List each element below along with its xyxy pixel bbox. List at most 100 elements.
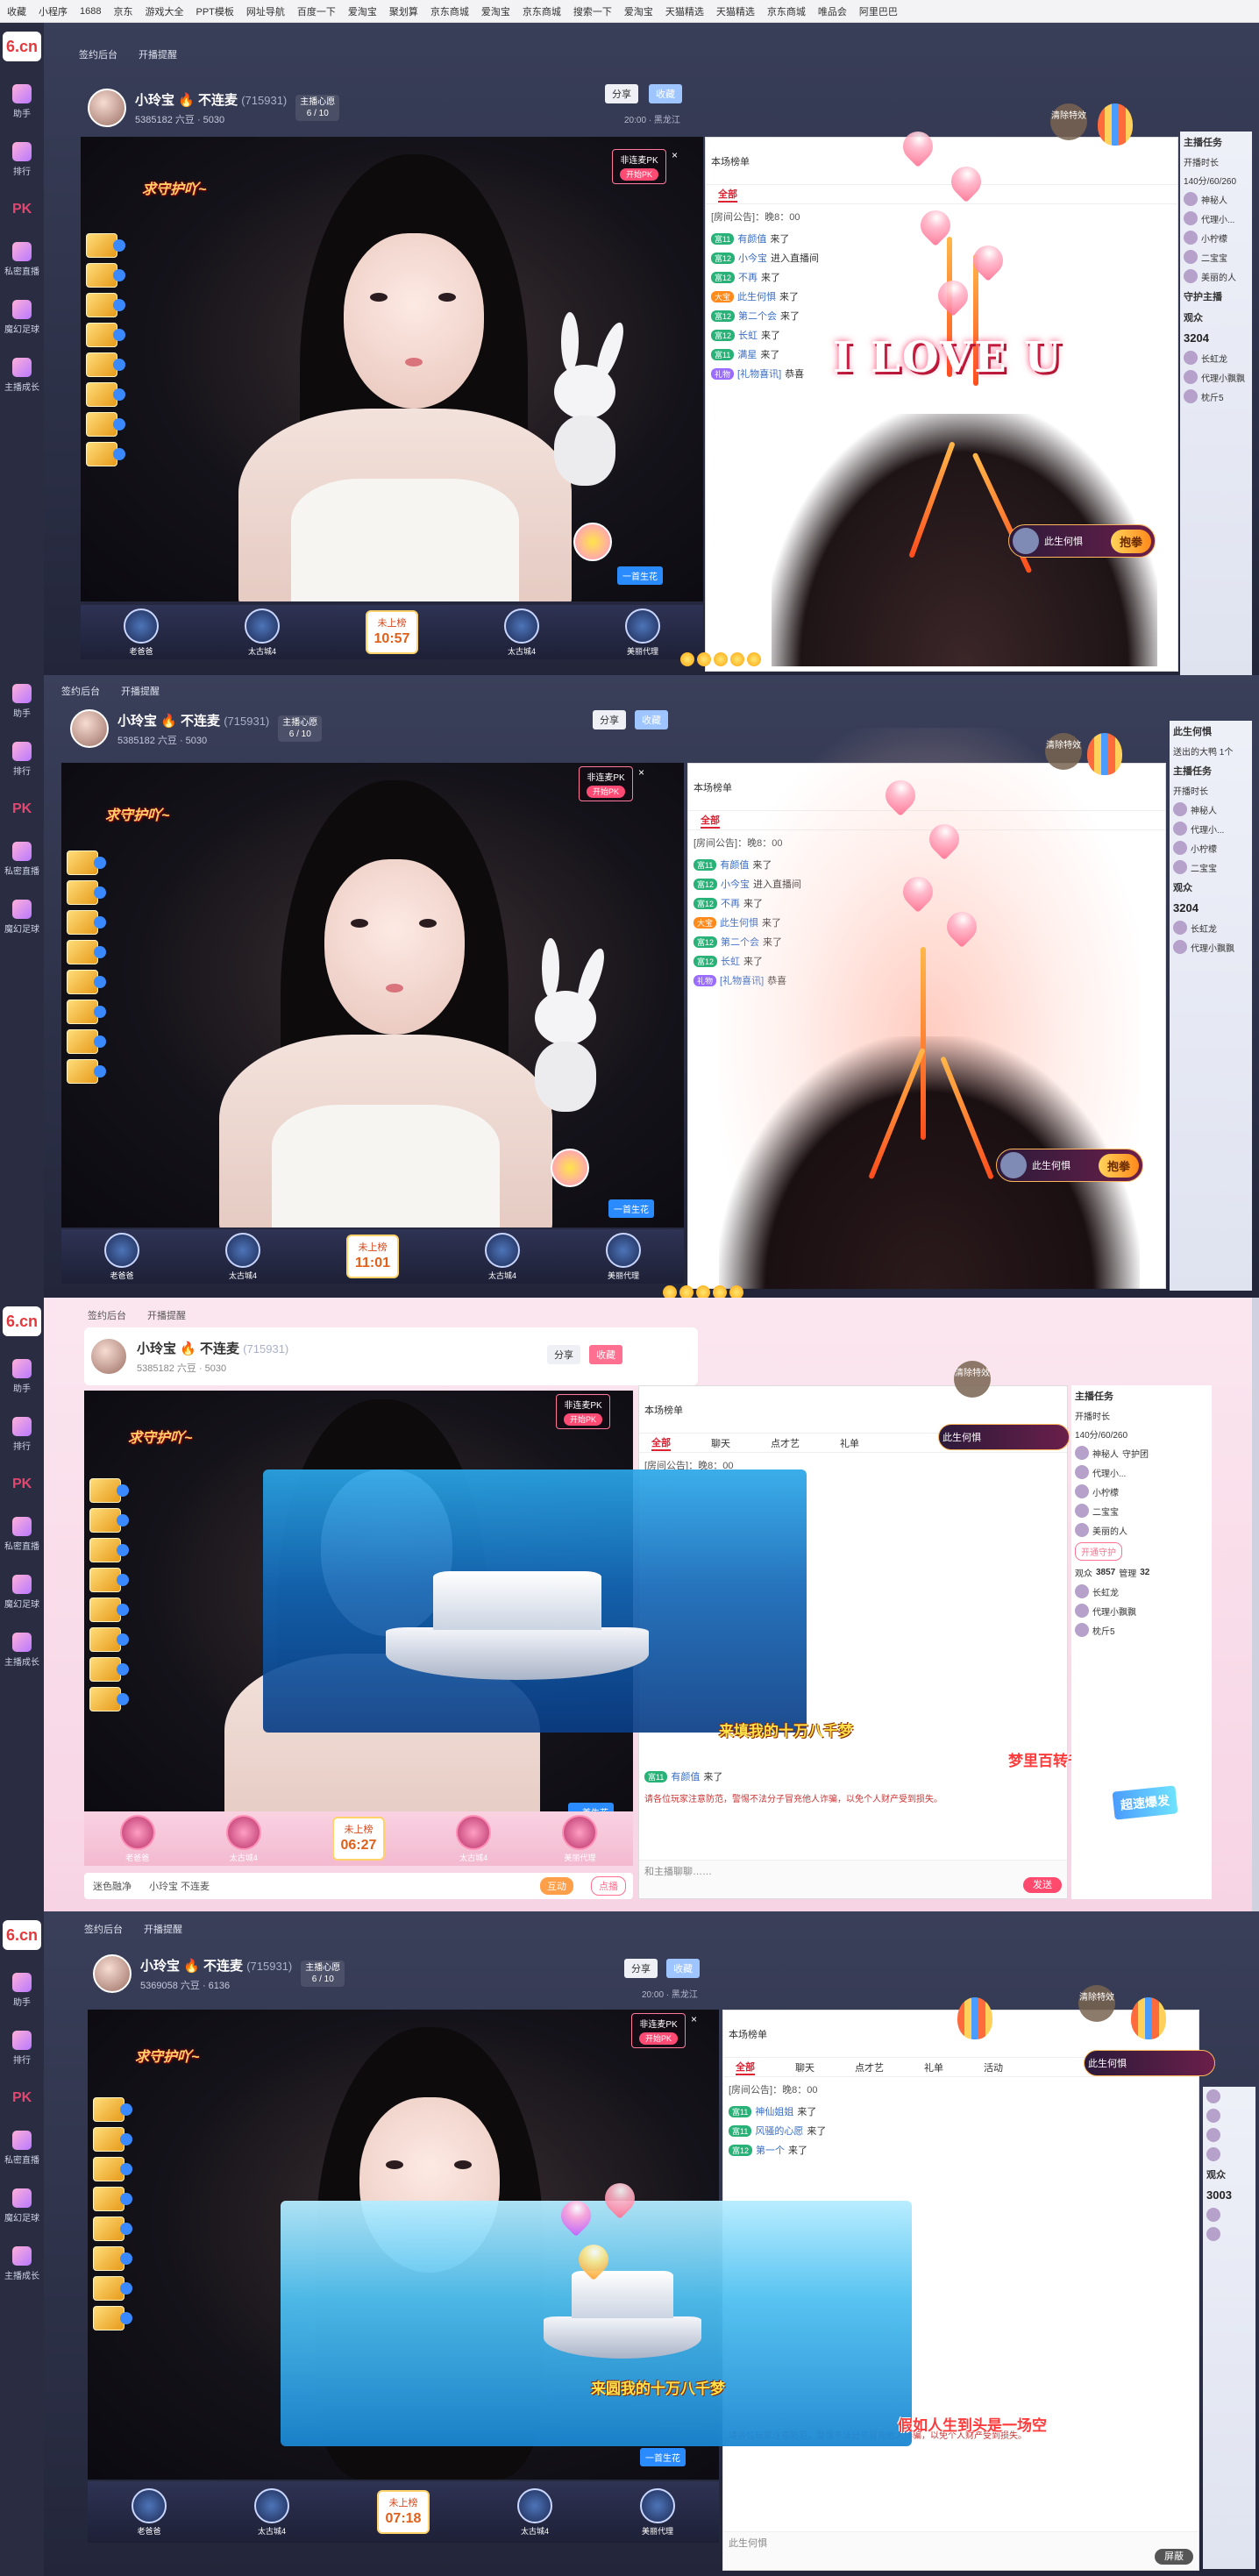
bookmark[interactable]: 百度一下 [297,4,336,18]
rail-item-private[interactable]: 私密直播 [3,1517,41,1552]
seat[interactable]: 美丽代理 [606,1232,641,1281]
open-live-reminder[interactable]: 开播提醒 [147,1308,186,1322]
list-item[interactable] [1203,2125,1255,2145]
bookmark[interactable]: 天猫精选 [665,4,704,18]
favorite-button[interactable]: 收藏 [666,1959,700,1978]
heart-wish[interactable]: 主播心愿 6 / 10 [301,1960,345,1987]
rank-slot[interactable] [67,940,106,964]
rank-slot[interactable] [93,2306,132,2330]
list-item[interactable]: 小柠檬 [1170,838,1252,857]
seat[interactable]: 太古城4 [245,608,280,657]
start-pk-button[interactable]: 开始PK [587,786,625,798]
rail-item-assistant[interactable]: 助手 [3,1973,41,2008]
seat[interactable]: 太古城4 [517,2487,552,2537]
rank-slot[interactable] [86,412,125,437]
share-button[interactable]: 分享 [593,710,626,729]
bookmark[interactable]: 天猫精选 [716,4,755,18]
favorite-button[interactable]: 收藏 [635,710,668,729]
favorite-button[interactable]: 收藏 [589,1345,622,1364]
back-link[interactable]: 签约后台 [84,1922,123,1936]
host-avatar[interactable] [88,89,126,127]
bookmark[interactable]: 阿里巴巴 [859,4,898,18]
seat[interactable]: 美丽代理 [562,1814,598,1863]
tab-gifts[interactable]: 礼单 [924,2060,943,2074]
seat[interactable]: 太古城4 [504,608,539,657]
bookmark[interactable]: 爱淘宝 [624,4,653,18]
host-avatar[interactable] [89,1337,128,1376]
back-link[interactable]: 签约后台 [88,1308,126,1322]
back-link[interactable]: 签约后台 [79,47,117,61]
share-button[interactable]: 分享 [605,84,638,103]
rank-slot[interactable] [67,1000,106,1024]
rail-item-pk[interactable]: PK [3,1475,41,1494]
rail-item-rank[interactable]: 排行 [3,142,41,177]
clear-effects-button[interactable]: 清除特效 [1050,103,1087,140]
list-item[interactable]: 代理小... [1170,819,1252,838]
list-item[interactable] [1203,2224,1255,2244]
seat[interactable]: 美丽代理 [625,608,660,657]
list-item[interactable]: 小柠檬 [1180,228,1252,247]
rank-slot[interactable] [67,880,106,905]
song-tag[interactable]: 一首生花 [617,566,663,585]
list-item[interactable]: 代理小飘飘 [1170,937,1252,957]
rail-item-assistant[interactable]: 助手 [3,84,41,119]
site-logo[interactable]: 6.cn [3,1306,41,1336]
rank-slot[interactable] [93,2246,132,2271]
start-badge[interactable] [573,523,612,561]
request-button[interactable]: 点播 [591,1876,626,1896]
rank-slot[interactable] [86,352,125,377]
tab-all[interactable]: 全部 [651,1435,671,1451]
list-item[interactable]: 美丽的人 [1180,267,1252,286]
vip-row[interactable]: 神秘人 [1180,189,1252,209]
rank-slot[interactable] [93,2217,132,2241]
chat-input[interactable]: 此生何惧 屏蔽 [723,2531,1199,2570]
rail-item-rank[interactable]: 排行 [3,2031,41,2066]
heart-wish[interactable]: 主播心愿 6 / 10 [278,715,323,742]
scrollbar[interactable] [1252,1298,1259,1911]
host-avatar[interactable] [70,709,109,748]
bookmark[interactable]: 网址导航 [246,4,285,18]
clear-effects-button[interactable]: 清除特效 [954,1361,991,1398]
rail-item-rank[interactable]: 排行 [3,1417,41,1452]
list-item[interactable]: 代理小... [1180,209,1252,228]
rail-item-football[interactable]: 魔幻足球 [3,900,41,935]
seat[interactable]: 太古城4 [225,1814,261,1863]
list-item[interactable]: 枕斤5 [1071,1620,1212,1640]
tab-gifts[interactable]: 礼单 [840,1436,859,1450]
start-pk-button[interactable]: 开始PK [564,1413,602,1426]
site-logo[interactable]: 6.cn [3,1920,41,1950]
share-button[interactable]: 分享 [624,1959,658,1978]
song-tag[interactable]: 一首生花 [640,2448,686,2466]
favorite-button[interactable]: 收藏 [649,84,682,103]
seat[interactable]: 老爸爸 [132,2487,167,2537]
rank-slot[interactable] [67,1029,106,1054]
rail-item-football[interactable]: 魔幻足球 [3,2188,41,2224]
tab-chat[interactable]: 聊天 [711,1436,730,1450]
rank-slot[interactable] [86,263,125,288]
bookmark[interactable]: 爱淘宝 [348,4,377,18]
list-item[interactable] [1203,2106,1255,2125]
block-button[interactable]: 屏蔽 [1155,2549,1193,2565]
rank-slot[interactable] [89,1568,129,1592]
list-item[interactable]: 代理小飘飘 [1071,1601,1212,1620]
list-item[interactable] [1203,2087,1255,2106]
tab-all[interactable]: 全部 [701,813,720,829]
tab-talent[interactable]: 点才艺 [771,1436,800,1450]
list-item[interactable]: 美丽的人 [1071,1520,1212,1540]
bookmark[interactable]: 京东 [113,4,132,18]
back-link[interactable]: 签约后台 [61,684,100,698]
rank-slot[interactable] [67,910,106,935]
tab-talent[interactable]: 点才艺 [855,2060,884,2074]
bookmark[interactable]: PPT模板 [196,4,233,18]
rank-slot[interactable] [89,1627,129,1652]
rank-slot[interactable] [86,382,125,407]
rank-slot[interactable] [67,970,106,994]
clear-effects-button[interactable]: 清除特效 [1045,733,1082,770]
song-tag[interactable]: 一首生花 [608,1199,654,1218]
list-item[interactable]: 长虹龙 [1071,1582,1212,1601]
rail-item-football[interactable]: 魔幻足球 [3,300,41,335]
rail-item-rank[interactable]: 排行 [3,742,41,777]
bookmark[interactable]: 游戏大全 [145,4,183,18]
rail-item-growth[interactable]: 主播成长 [3,2246,41,2281]
interact-button[interactable]: 互动 [540,1877,573,1895]
